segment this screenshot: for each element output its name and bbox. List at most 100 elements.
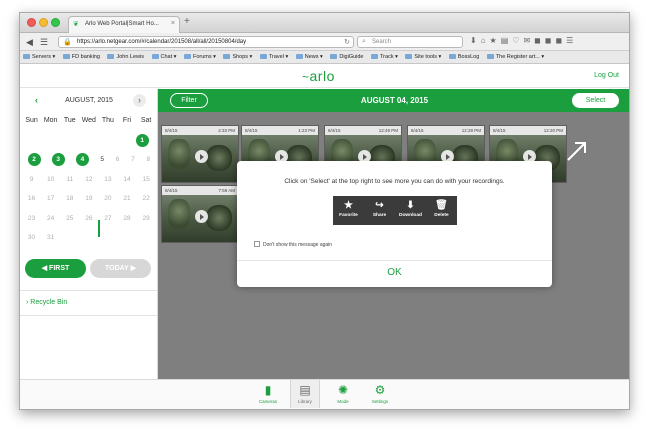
search-placeholder: Search xyxy=(372,39,392,45)
download-icon[interactable]: ⬇ xyxy=(470,36,481,45)
bookmark-item[interactable]: News ▾ xyxy=(295,54,323,60)
play-icon[interactable] xyxy=(523,150,536,163)
logo-swoosh-icon: ~ xyxy=(302,70,310,84)
play-icon[interactable] xyxy=(195,210,208,223)
minimize-window-button[interactable] xyxy=(39,18,48,27)
calendar-day: 28 xyxy=(123,214,131,222)
recording-thumbnail[interactable]: 8/4/15 7:59 AM xyxy=(161,185,239,243)
play-icon[interactable] xyxy=(441,150,454,163)
bookmark-item[interactable]: Chat ▾ xyxy=(151,54,176,60)
bookmark-item[interactable]: Site tools ▾ xyxy=(405,54,441,60)
reload-icon[interactable]: ↻ xyxy=(344,38,350,46)
settings-icon: ⚙ xyxy=(374,383,386,397)
first-button[interactable]: ◀ FIRST xyxy=(25,259,86,278)
calendar-day: 6 xyxy=(115,156,120,164)
folder-icon xyxy=(405,54,413,59)
extension-icon[interactable]: ◼ xyxy=(545,36,556,45)
calendar-day[interactable]: 1 xyxy=(128,133,156,147)
action-preview-bar: ★ Favorite ↪ Share ⬇ Download 🗑 Delete xyxy=(333,196,457,225)
calendar-week: 23 24 25 26 27 28 29 xyxy=(22,209,156,229)
nav-mode[interactable]: ✺ Mode xyxy=(328,382,358,404)
nav-settings[interactable]: ⚙ Settings xyxy=(365,382,395,404)
dont-show-checkbox[interactable]: Don't show this message again xyxy=(254,241,332,248)
calendar-day: 27 xyxy=(104,214,112,222)
play-icon[interactable] xyxy=(275,150,288,163)
nav-library[interactable]: ▤ Library xyxy=(290,380,320,408)
star-icon: ★ xyxy=(344,200,353,211)
select-button[interactable]: Select xyxy=(572,93,619,108)
calendar-day[interactable]: 4 xyxy=(70,153,94,167)
calendar-grid: Sun Mon Tue Wed Thu Fri Sat 1 2 3 4 5 6 7 8 9 10 11 12 13 14… xyxy=(22,111,156,248)
calendar-day: 26 xyxy=(85,214,93,222)
ok-button[interactable]: OK xyxy=(237,267,552,278)
calendar-day: 23 xyxy=(27,214,36,222)
divider xyxy=(20,290,158,291)
bookmark-icon[interactable]: ★ xyxy=(490,36,501,45)
today-button[interactable]: TODAY ▶ xyxy=(90,259,151,278)
toolbar-icons[interactable]: ⬇⌂★▤♡✉◼◼◼☰ xyxy=(470,36,577,45)
bookmark-item[interactable]: The Register art... ▾ xyxy=(486,54,544,60)
recycle-bin-link[interactable]: › Recycle Bin xyxy=(26,299,67,306)
bookmark-item[interactable]: BossLog xyxy=(448,54,479,60)
bookmark-item[interactable]: Servers ▾ xyxy=(23,54,55,60)
bookmark-item[interactable]: DigiGuide xyxy=(330,54,364,60)
search-icon: ⌕ xyxy=(362,38,366,45)
menu-icon[interactable]: ☰ xyxy=(566,36,577,45)
weekday-label: Fri xyxy=(122,117,132,125)
recording-info: 8/4/15 1:23 PM xyxy=(242,126,318,135)
calendar-day: 24 xyxy=(47,214,55,222)
tab-close-icon[interactable]: × xyxy=(171,20,175,27)
recording-info: 8/4/15 12:49 PM xyxy=(325,126,401,135)
close-window-button[interactable] xyxy=(27,18,36,27)
calendar-day[interactable]: 3 xyxy=(46,153,70,167)
camera-icon: ▮ xyxy=(264,383,272,397)
checkbox[interactable] xyxy=(254,241,260,247)
share-icon[interactable]: ✉ xyxy=(523,36,534,45)
calendar-day: 7 xyxy=(131,156,135,164)
library-icon[interactable]: ▤ xyxy=(501,36,513,45)
recordings-toolbar: Filter AUGUST 04, 2015 Select xyxy=(158,89,629,112)
play-icon[interactable] xyxy=(195,150,208,163)
download-icon: ⬇ xyxy=(406,200,415,211)
recording-info: 8/4/15 7:59 AM xyxy=(162,186,238,195)
extension-icon[interactable]: ◼ xyxy=(555,36,566,45)
bookmark-item[interactable]: Shops ▾ xyxy=(223,54,252,60)
next-month-button[interactable]: › xyxy=(133,94,146,107)
calendar-day: 14 xyxy=(123,175,131,183)
calendar-day: 18 xyxy=(66,195,74,203)
address-bar[interactable]: 🔒 https://arlo.netgear.com/#/calendar/20… xyxy=(58,36,354,48)
play-icon[interactable] xyxy=(358,150,371,163)
recording-time: 12:20 PM xyxy=(543,128,563,133)
bookmark-item[interactable]: Track ▾ xyxy=(371,54,398,60)
new-tab-button[interactable]: + xyxy=(184,16,190,27)
calendar-day: 20 xyxy=(104,195,112,203)
calendar-day: 5 xyxy=(100,156,104,164)
dialog-message: Click on 'Select' at the top right to se… xyxy=(284,178,505,185)
recording-thumbnail[interactable]: 8/4/15 2:33 PM xyxy=(161,125,239,183)
browser-tab[interactable]: ❦ Arlo Web Portal|Smart Ho... × xyxy=(68,16,180,33)
bookmark-item[interactable]: Travel ▾ xyxy=(259,54,288,60)
bookmark-item[interactable]: Forums ▾ xyxy=(183,54,216,60)
pocket-icon[interactable]: ♡ xyxy=(512,36,523,45)
bookmark-item[interactable]: John Lewis xyxy=(107,54,144,60)
divider xyxy=(237,260,552,261)
search-input[interactable]: ⌕ Search xyxy=(357,36,463,48)
nav-cameras[interactable]: ▮ Cameras xyxy=(253,382,283,404)
weekday-label: Wed xyxy=(81,117,96,125)
logout-link[interactable]: Log Out xyxy=(594,72,619,79)
home-icon[interactable]: ⌂ xyxy=(481,36,490,45)
extension-icon[interactable]: ◼ xyxy=(534,36,545,45)
zoom-window-button[interactable] xyxy=(51,18,60,27)
back-icon[interactable]: ◀ xyxy=(26,36,33,48)
calendar-day: 22 xyxy=(142,195,150,203)
arlo-favicon-icon: ❦ xyxy=(73,21,79,28)
recording-date: 8/4/15 xyxy=(165,128,178,133)
calendar-day: 9 xyxy=(29,175,34,183)
bottom-nav: ▮ Cameras ▤ Library ✺ Mode ⚙ Settings xyxy=(20,379,629,409)
calendar-day[interactable]: 2 xyxy=(22,153,46,167)
folder-icon xyxy=(486,54,494,59)
reader-icon[interactable]: ☰ xyxy=(40,36,48,48)
bookmark-item[interactable]: FD banking xyxy=(62,54,100,60)
tab-bar: ❦ Arlo Web Portal|Smart Ho... × + xyxy=(20,13,629,33)
recording-info: 8/4/15 12:28 PM xyxy=(408,126,484,135)
